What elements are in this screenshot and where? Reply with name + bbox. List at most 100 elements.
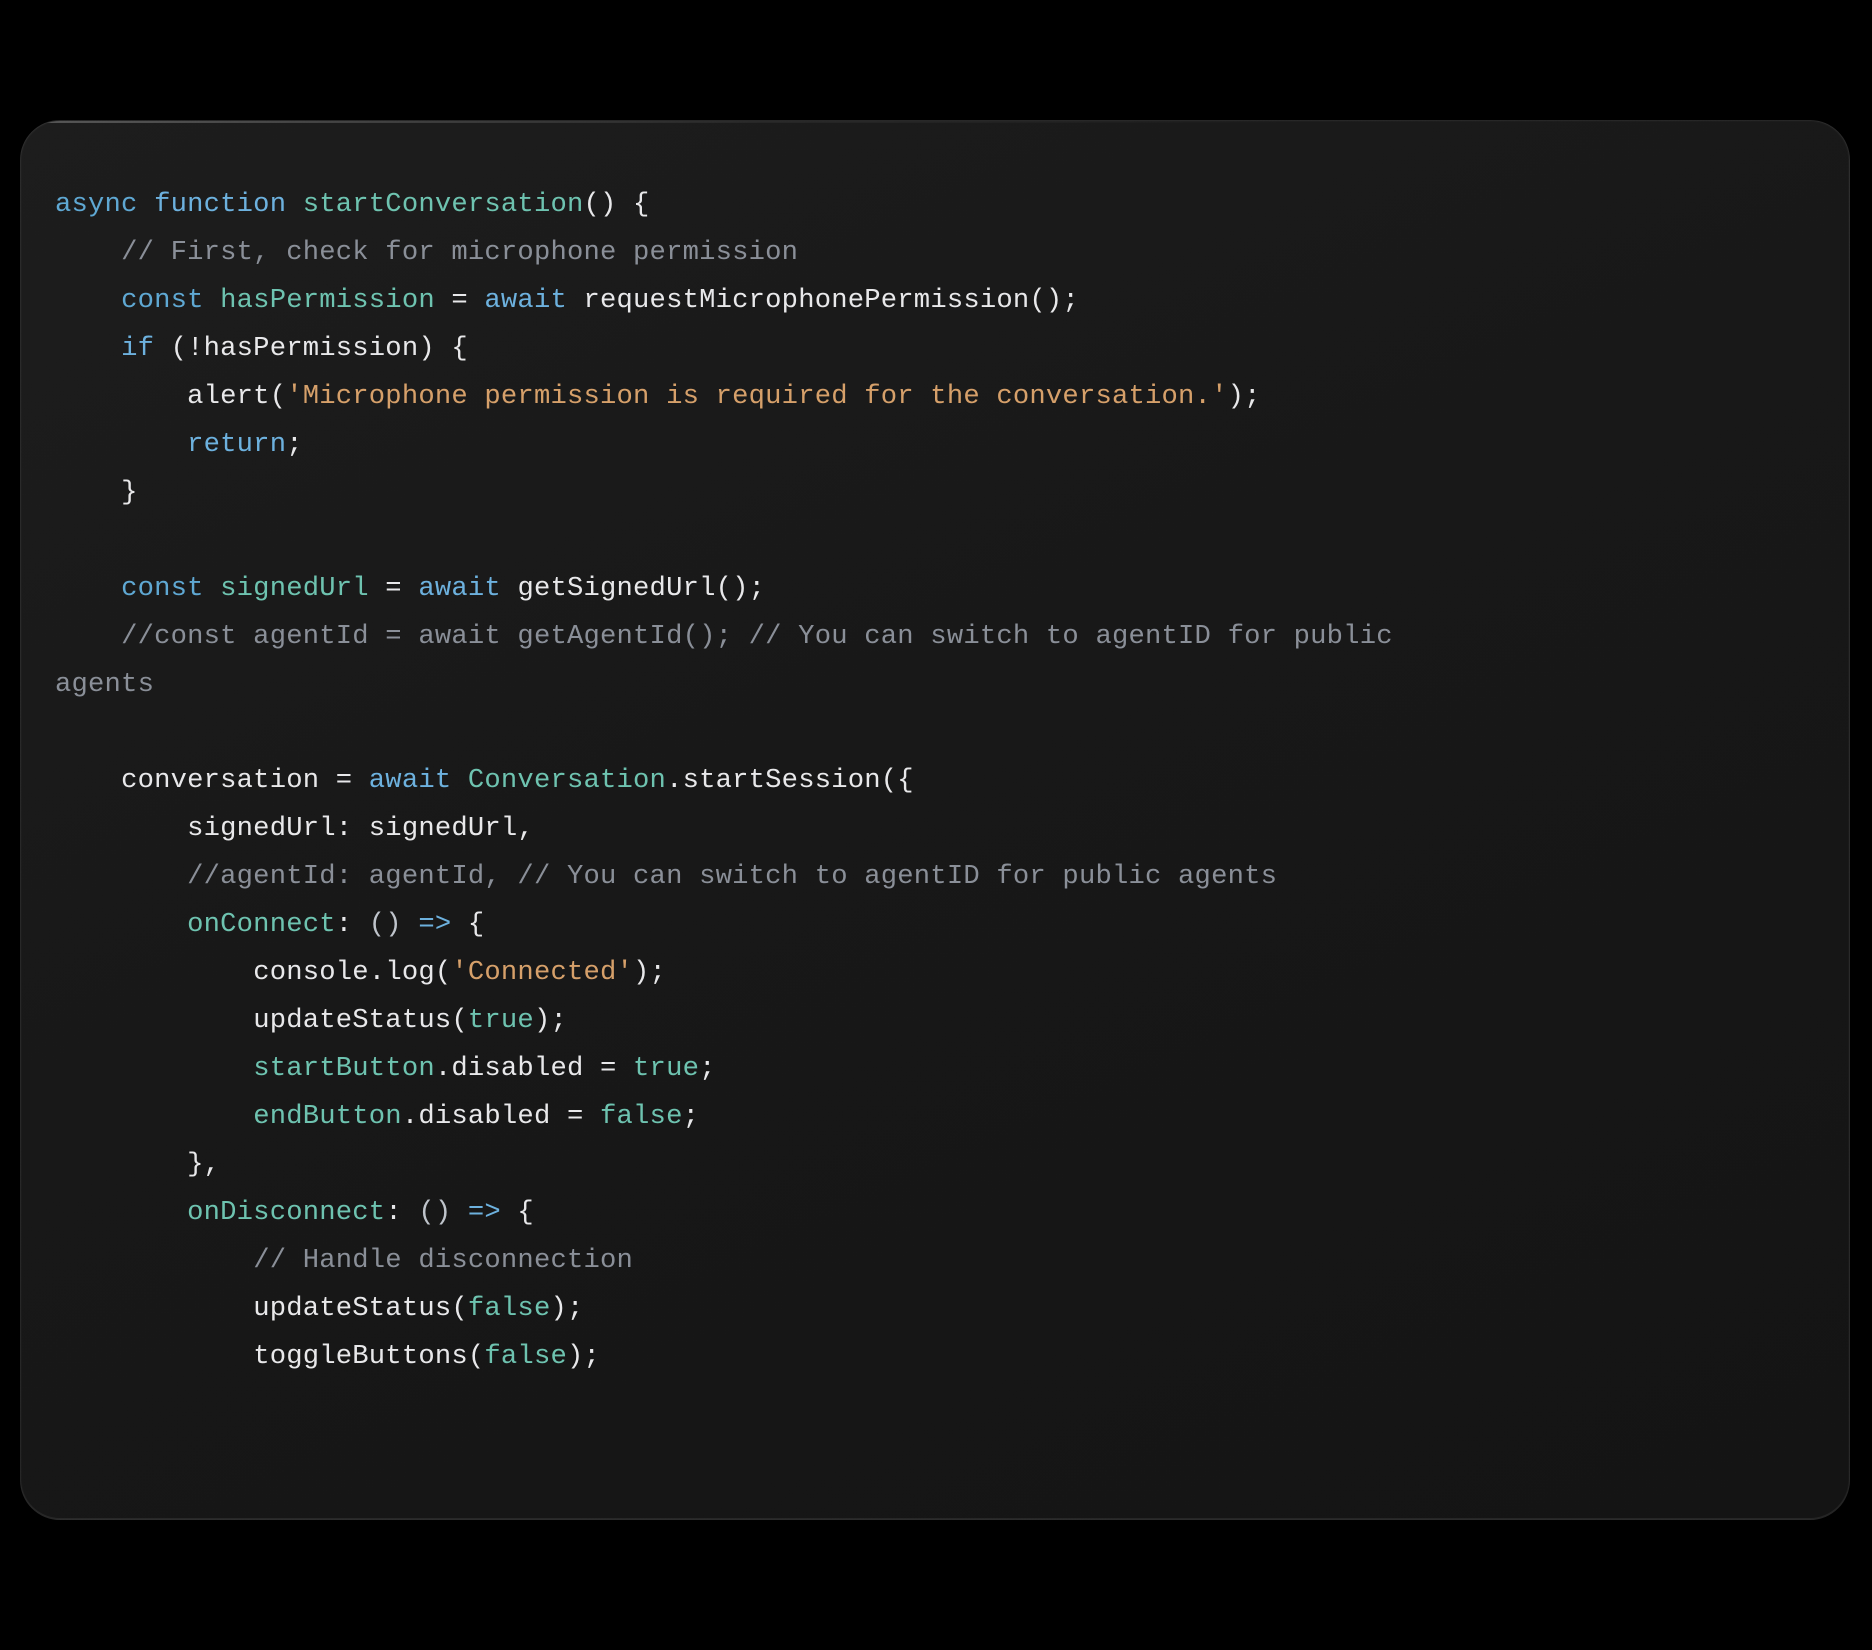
code-line: console.log('Connected'); bbox=[55, 957, 666, 988]
code-token: const bbox=[121, 285, 220, 316]
code-token: . bbox=[402, 1101, 419, 1132]
code-token: alert bbox=[187, 381, 270, 412]
code-line: conversation = await Conversation.startS… bbox=[55, 765, 914, 796]
code-token: return bbox=[187, 429, 286, 460]
code-panel: async function startConversation() { // … bbox=[20, 120, 1850, 1520]
code-token: . bbox=[369, 957, 386, 988]
code-token: ); bbox=[534, 1005, 567, 1036]
code-token: 'Microphone permission is required for t… bbox=[286, 381, 1227, 412]
code-token: true bbox=[468, 1005, 534, 1036]
code-token: false bbox=[600, 1101, 683, 1132]
code-token: hasPermission bbox=[220, 285, 435, 316]
code-token: await bbox=[369, 765, 468, 796]
code-token: hasPermission bbox=[204, 333, 419, 364]
code-token: console bbox=[253, 957, 369, 988]
code-token: : bbox=[336, 813, 369, 844]
code-line: updateStatus(false); bbox=[55, 1293, 584, 1324]
code-line: if (!hasPermission) { bbox=[55, 333, 468, 364]
code-token: }, bbox=[187, 1149, 220, 1180]
code-token: ( bbox=[451, 1293, 468, 1324]
code-token: const bbox=[121, 573, 220, 604]
code-token: signedUrl bbox=[369, 813, 518, 844]
code-token: // First, check for microphone permissio… bbox=[121, 237, 798, 268]
code-token: true bbox=[633, 1053, 699, 1084]
code-token: signedUrl bbox=[187, 813, 336, 844]
code-token: //const agentId = await getAgentId(); //… bbox=[121, 621, 1409, 652]
code-token: if bbox=[121, 333, 171, 364]
code-token: ; bbox=[683, 1101, 700, 1132]
code-token: disabled bbox=[418, 1101, 550, 1132]
code-token: false bbox=[468, 1293, 551, 1324]
code-line: return; bbox=[55, 429, 303, 460]
code-block: async function startConversation() { // … bbox=[55, 181, 1817, 1381]
code-token: // Handle disconnection bbox=[253, 1245, 633, 1276]
code-token: conversation bbox=[121, 765, 319, 796]
code-token: () bbox=[418, 1197, 451, 1228]
code-token: ); bbox=[567, 1341, 600, 1372]
code-line: toggleButtons(false); bbox=[55, 1341, 600, 1372]
code-token: } bbox=[121, 477, 138, 508]
code-line: onConnect: () => { bbox=[55, 909, 484, 940]
code-token: ; bbox=[286, 429, 303, 460]
code-token: startConversation bbox=[303, 189, 584, 220]
code-token: signedUrl bbox=[220, 573, 369, 604]
code-token: = bbox=[550, 1101, 600, 1132]
code-token: . bbox=[435, 1053, 452, 1084]
code-line: // First, check for microphone permissio… bbox=[55, 237, 798, 268]
code-token: ( bbox=[270, 381, 287, 412]
code-line: endButton.disabled = false; bbox=[55, 1101, 699, 1132]
code-token: = bbox=[369, 573, 419, 604]
code-token: toggleButtons bbox=[253, 1341, 468, 1372]
code-line: async function startConversation() { bbox=[55, 189, 650, 220]
code-line: signedUrl: signedUrl, bbox=[55, 813, 534, 844]
code-token: => bbox=[468, 1197, 501, 1228]
code-token: requestMicrophonePermission bbox=[584, 285, 1030, 316]
code-token: log bbox=[385, 957, 435, 988]
code-token: () bbox=[584, 189, 617, 220]
code-token: (! bbox=[171, 333, 204, 364]
code-line: }, bbox=[55, 1149, 220, 1180]
code-token: updateStatus bbox=[253, 1293, 451, 1324]
code-token: function bbox=[154, 189, 303, 220]
code-token: onDisconnect bbox=[187, 1197, 385, 1228]
code-token: false bbox=[484, 1341, 567, 1372]
code-token: ( bbox=[451, 1005, 468, 1036]
code-token: ); bbox=[1228, 381, 1261, 412]
code-token: = bbox=[319, 765, 369, 796]
code-token: : bbox=[336, 909, 369, 940]
code-token: => bbox=[418, 909, 451, 940]
code-token: ( bbox=[435, 957, 452, 988]
code-token: ({ bbox=[881, 765, 914, 796]
code-token: { bbox=[451, 909, 484, 940]
code-line: //agentId: agentId, // You can switch to… bbox=[55, 861, 1277, 892]
code-token: startButton bbox=[253, 1053, 435, 1084]
code-token: 'Connected' bbox=[451, 957, 633, 988]
code-token: ) { bbox=[418, 333, 468, 364]
code-line: const hasPermission = await requestMicro… bbox=[55, 285, 1079, 316]
code-line: //const agentId = await getAgentId(); //… bbox=[55, 621, 1409, 652]
code-token: ); bbox=[550, 1293, 583, 1324]
code-token: ); bbox=[633, 957, 666, 988]
code-token: onConnect bbox=[187, 909, 336, 940]
code-token: startSession bbox=[683, 765, 881, 796]
code-token: getSignedUrl bbox=[517, 573, 715, 604]
code-line: // Handle disconnection bbox=[55, 1245, 633, 1276]
code-token: { bbox=[617, 189, 650, 220]
code-token: updateStatus bbox=[253, 1005, 451, 1036]
code-line: } bbox=[55, 477, 138, 508]
code-token bbox=[451, 1197, 468, 1228]
code-token: (); bbox=[716, 573, 766, 604]
code-token: . bbox=[666, 765, 683, 796]
code-token: agents bbox=[55, 669, 154, 700]
code-line: onDisconnect: () => { bbox=[55, 1197, 534, 1228]
code-line: alert('Microphone permission is required… bbox=[55, 381, 1261, 412]
code-token: async bbox=[55, 189, 154, 220]
code-token: ( bbox=[468, 1341, 485, 1372]
code-token: = bbox=[584, 1053, 634, 1084]
code-token bbox=[402, 909, 419, 940]
code-token: (); bbox=[1029, 285, 1079, 316]
code-token: , bbox=[517, 813, 534, 844]
code-token: Conversation bbox=[468, 765, 666, 796]
code-token: = bbox=[435, 285, 485, 316]
code-token: ; bbox=[699, 1053, 716, 1084]
